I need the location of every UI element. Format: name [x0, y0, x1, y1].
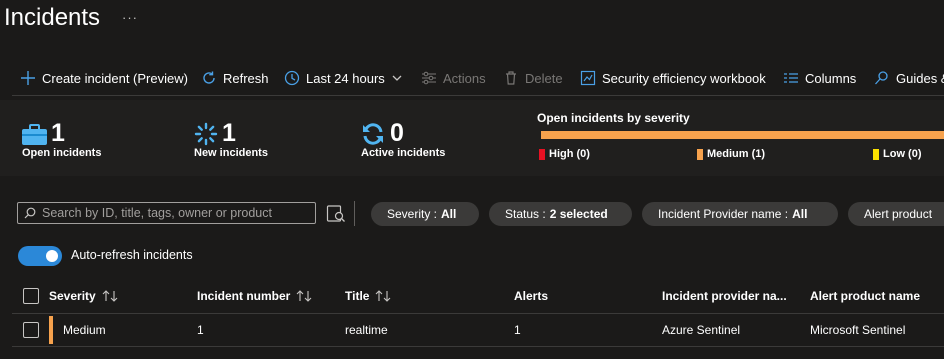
active-incidents-label: Active incidents — [361, 147, 446, 159]
trash-icon — [506, 71, 516, 85]
alert-product-filter-label: Alert product — [864, 207, 933, 221]
column-header-product[interactable]: Alert product name — [810, 289, 920, 303]
provider-filter-label: Incident Provider name : — [658, 207, 789, 221]
workbook-button[interactable]: Security efficiency workbook — [580, 60, 766, 96]
chevron-down-icon — [392, 75, 402, 81]
legend-low-label: Low (0) — [883, 148, 922, 160]
provider-filter-value: All — [792, 207, 808, 221]
number-header-label: Incident number — [197, 289, 291, 303]
select-all-checkbox[interactable] — [23, 288, 39, 304]
row-provider: Azure Sentinel — [662, 323, 741, 337]
legend-high: High (0) — [539, 148, 590, 160]
severity-bar-medium — [541, 131, 944, 139]
auto-refresh-label: Auto-refresh incidents — [71, 248, 193, 262]
columns-icon — [784, 73, 798, 83]
sync-icon — [363, 123, 383, 145]
create-incident-label: Create incident (Preview) — [42, 70, 188, 86]
delete-button[interactable]: Delete — [503, 60, 563, 96]
legend-medium: Medium (1) — [697, 148, 765, 160]
guides-icon — [875, 71, 888, 85]
high-swatch — [539, 148, 545, 160]
medium-swatch — [697, 148, 703, 160]
guides-button[interactable]: Guides & — [874, 60, 944, 96]
legend-high-label: High (0) — [549, 148, 590, 160]
sort-icon — [376, 290, 391, 302]
alert-product-filter[interactable]: Alert product — [848, 202, 944, 226]
open-incidents-count: 1 — [51, 119, 65, 147]
search-icon — [24, 207, 36, 219]
column-header-title[interactable]: Title — [345, 289, 391, 303]
toolbar-divider — [12, 95, 944, 96]
title-header-label: Title — [345, 289, 370, 303]
provider-header-label: Incident provider na... — [662, 289, 787, 303]
sort-icon — [102, 290, 118, 302]
incident-summary: 1 Open incidents 1 New incidents 0 Activ… — [0, 100, 944, 176]
command-bar: Create incident (Preview) Refresh Last 2… — [0, 60, 944, 96]
provider-filter[interactable]: Incident Provider name : All — [642, 202, 838, 226]
legend-medium-label: Medium (1) — [707, 148, 766, 160]
product-header-label: Alert product name — [810, 289, 921, 303]
open-incidents-label: Open incidents — [22, 147, 102, 159]
severity-indicator — [49, 316, 53, 344]
severity-chart-title: Open incidents by severity — [537, 111, 690, 125]
spinner-icon — [194, 122, 218, 146]
page-title: Incidents — [4, 4, 101, 31]
filter-divider — [354, 201, 355, 226]
status-filter-label: Status : — [505, 207, 546, 221]
row-title[interactable]: realtime — [345, 323, 388, 337]
row-product: Microsoft Sentinel — [810, 323, 906, 337]
row-checkbox[interactable] — [23, 322, 39, 338]
actions-button[interactable]: Actions — [421, 60, 486, 96]
active-incidents-count: 0 — [390, 119, 404, 147]
columns-label: Columns — [805, 70, 857, 86]
row-divider — [12, 346, 944, 347]
create-incident-button[interactable]: Create incident (Preview) — [20, 60, 188, 96]
query-icon[interactable] — [326, 204, 346, 224]
new-incidents-label: New incidents — [194, 147, 268, 159]
low-swatch — [873, 148, 879, 160]
alerts-header-label: Alerts — [514, 289, 549, 303]
column-header-incident-number[interactable]: Incident number — [197, 289, 312, 303]
plus-icon — [21, 71, 35, 85]
column-header-severity[interactable]: Severity — [49, 289, 118, 303]
legend-low: Low (0) — [873, 148, 922, 160]
clock-icon — [284, 70, 300, 86]
search-box[interactable] — [17, 202, 316, 224]
row-incident-number: 1 — [197, 323, 204, 337]
severity-header-label: Severity — [49, 289, 96, 303]
briefcase-icon — [22, 124, 47, 145]
column-header-alerts[interactable]: Alerts — [514, 289, 548, 303]
row-alerts: 1 — [514, 323, 521, 337]
time-range-dropdown[interactable]: Last 24 hours — [284, 60, 403, 96]
search-input[interactable] — [42, 206, 312, 220]
refresh-button[interactable]: Refresh — [201, 60, 269, 96]
new-incidents-count: 1 — [222, 119, 236, 147]
refresh-label: Refresh — [223, 70, 269, 86]
workbook-label: Security efficiency workbook — [602, 70, 766, 86]
status-filter[interactable]: Status : 2 selected — [489, 202, 632, 226]
sliders-icon — [422, 71, 436, 85]
sort-icon — [296, 290, 312, 302]
severity-filter-value: All — [441, 207, 457, 221]
guides-label: Guides & — [896, 70, 944, 86]
status-filter-value: 2 selected — [549, 207, 608, 221]
row-severity: Medium — [63, 323, 106, 337]
severity-filter-label: Severity : — [387, 207, 438, 221]
columns-button[interactable]: Columns — [783, 60, 856, 96]
refresh-icon — [203, 71, 215, 84]
column-header-provider[interactable]: Incident provider na... — [662, 289, 787, 303]
severity-filter[interactable]: Severity : All — [371, 202, 479, 226]
table-row[interactable] — [12, 314, 944, 347]
actions-label: Actions — [443, 70, 486, 86]
auto-refresh-toggle[interactable] — [18, 246, 62, 266]
chart-icon — [580, 70, 596, 86]
more-options-button[interactable]: ··· — [122, 10, 138, 25]
time-range-label: Last 24 hours — [306, 70, 385, 86]
delete-label: Delete — [525, 70, 563, 86]
toggle-knob — [46, 250, 58, 262]
